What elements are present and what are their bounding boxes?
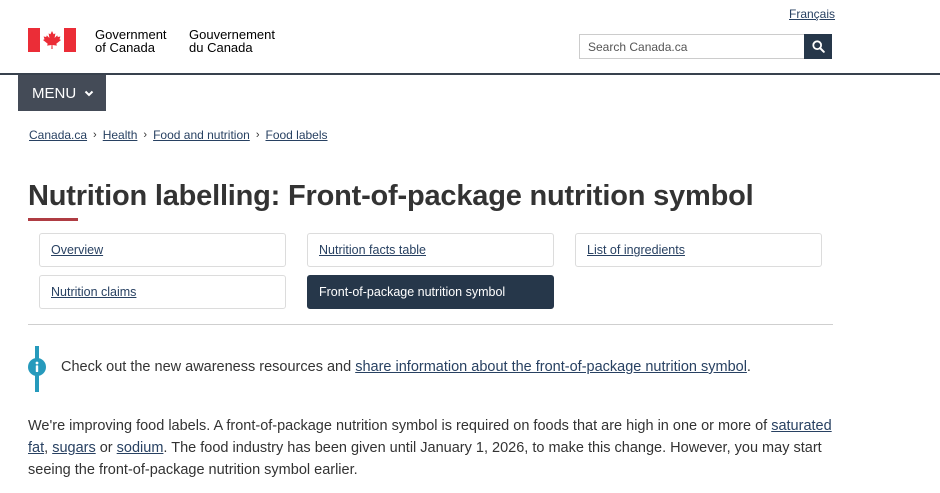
title-accent-bar (28, 218, 78, 221)
language-toggle-link[interactable]: Français (789, 7, 835, 21)
share-information-link[interactable]: share information about the front-of-pac… (355, 359, 747, 375)
wordmark-english: Government of Canada (95, 27, 167, 55)
menu-button[interactable]: MENU (18, 75, 106, 111)
search-button[interactable] (804, 34, 832, 59)
breadcrumb-food-nutrition[interactable]: Food and nutrition (153, 128, 250, 142)
breadcrumb: Canada.ca › Health › Food and nutrition … (29, 128, 328, 142)
sodium-link[interactable]: sodium (117, 440, 164, 456)
page-title: Nutrition labelling: Front-of-package nu… (28, 180, 754, 212)
tab-list-of-ingredients[interactable]: List of ingredients (575, 233, 822, 267)
menu-label: MENU (32, 84, 77, 102)
breadcrumb-canada[interactable]: Canada.ca (29, 128, 87, 142)
info-alert-text: Check out the new awareness resources an… (61, 359, 751, 375)
canada-flag-icon (28, 28, 76, 52)
site-search (579, 34, 832, 59)
chevron-right-icon: › (143, 129, 148, 141)
sugars-link[interactable]: sugars (52, 440, 96, 456)
info-icon (28, 358, 46, 376)
tab-nutrition-facts-table[interactable]: Nutrition facts table (307, 233, 554, 267)
tab-nutrition-claims[interactable]: Nutrition claims (39, 275, 286, 309)
section-divider (28, 324, 833, 325)
chevron-right-icon: › (93, 129, 97, 141)
breadcrumb-health[interactable]: Health (103, 128, 138, 142)
breadcrumb-food-labels[interactable]: Food labels (265, 128, 327, 142)
wordmark-french: Gouvernement du Canada (189, 27, 275, 55)
search-icon (811, 40, 825, 53)
gov-canada-logo[interactable]: Government of Canada Gouvernement du Can… (28, 28, 275, 54)
header-divider (0, 73, 940, 75)
chevron-right-icon: › (255, 129, 260, 141)
tab-overview[interactable]: Overview (39, 233, 286, 267)
tab-front-of-package-symbol[interactable]: Front-of-package nutrition symbol (307, 275, 554, 309)
search-input[interactable] (579, 34, 804, 59)
intro-paragraph: We're improving food labels. A front-of-… (28, 418, 832, 478)
chevron-down-icon (84, 90, 94, 97)
